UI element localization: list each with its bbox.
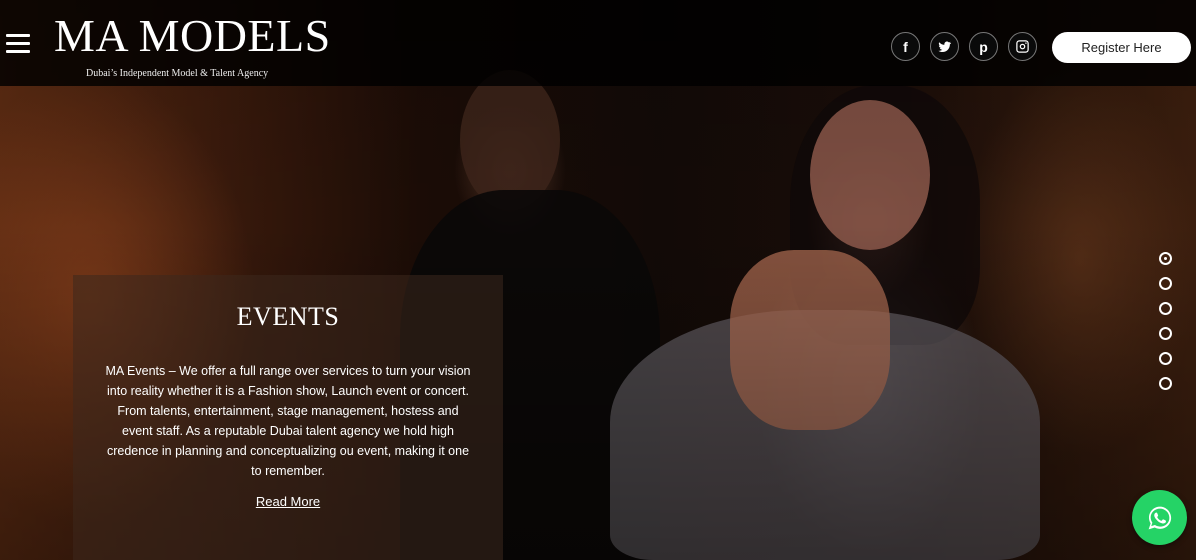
- whatsapp-chat-button[interactable]: [1132, 490, 1187, 545]
- hero-model-woman: [810, 100, 930, 250]
- brand-logo[interactable]: MA MODELS Dubai’s Independent Model & Ta…: [54, 10, 331, 79]
- hero-fur-coat: [610, 310, 1040, 560]
- pinterest-icon[interactable]: p: [969, 32, 998, 61]
- hero-model-arm: [730, 250, 890, 430]
- brand-tagline: Dubai’s Independent Model & Talent Agenc…: [86, 68, 269, 79]
- slider-dot-5[interactable]: [1159, 352, 1172, 365]
- slider-dot-6[interactable]: [1159, 377, 1172, 390]
- slider-dot-3[interactable]: [1159, 302, 1172, 315]
- events-title: EVENTS: [236, 302, 340, 331]
- whatsapp-icon: [1148, 506, 1171, 529]
- twitter-icon[interactable]: [930, 32, 959, 61]
- slider-dot-4[interactable]: [1159, 327, 1172, 340]
- read-more-container: Read More: [73, 493, 503, 511]
- brand-title: MA MODELS: [54, 10, 331, 61]
- register-button[interactable]: Register Here: [1052, 32, 1191, 63]
- hero-model-woman-hair: [790, 85, 980, 345]
- social-links: f p: [891, 32, 1037, 61]
- read-more-link[interactable]: Read More: [256, 494, 320, 509]
- slider-dot-1[interactable]: [1159, 252, 1172, 265]
- events-description: MA Events – We offer a full range over s…: [105, 364, 471, 478]
- slider-pagination: [1159, 252, 1172, 402]
- header-bar: MA MODELS Dubai’s Independent Model & Ta…: [0, 0, 1196, 86]
- facebook-icon[interactable]: f: [891, 32, 920, 61]
- slider-dot-2[interactable]: [1159, 277, 1172, 290]
- hero-model-man: [460, 70, 560, 210]
- events-panel: EVENTS MA Events – We offer a full range…: [73, 275, 503, 560]
- instagram-icon[interactable]: [1008, 32, 1037, 61]
- hamburger-menu-icon[interactable]: [6, 34, 30, 54]
